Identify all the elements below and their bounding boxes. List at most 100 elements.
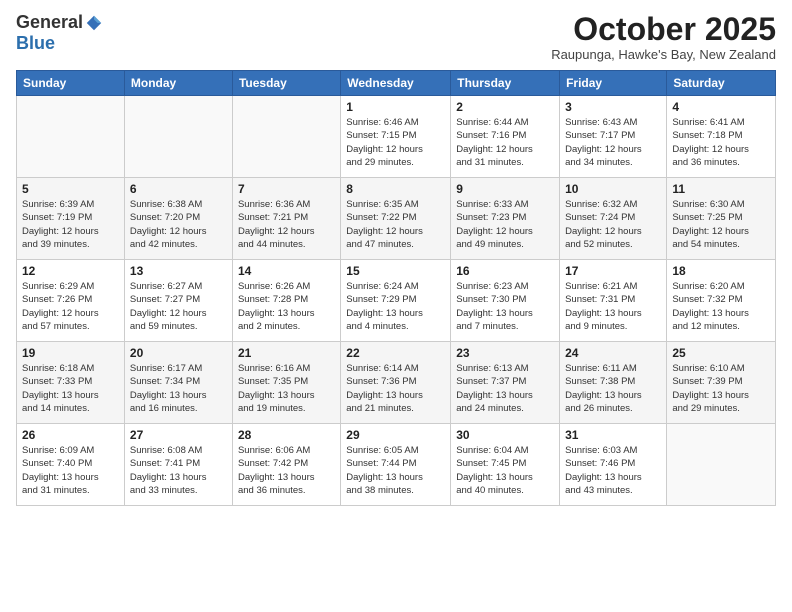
day-number: 25 — [672, 346, 770, 360]
weekday-wednesday: Wednesday — [341, 71, 451, 96]
week-row-4: 19 Sunrise: 6:18 AM Sunset: 7:33 PM Dayli… — [17, 342, 776, 424]
day-number: 12 — [22, 264, 119, 278]
day-number: 23 — [456, 346, 554, 360]
day-info: Sunrise: 6:09 AM Sunset: 7:40 PM Dayligh… — [22, 444, 119, 497]
day-number: 9 — [456, 182, 554, 196]
day-info: Sunrise: 6:39 AM Sunset: 7:19 PM Dayligh… — [22, 198, 119, 251]
day-info: Sunrise: 6:18 AM Sunset: 7:33 PM Dayligh… — [22, 362, 119, 415]
day-cell: 31 Sunrise: 6:03 AM Sunset: 7:46 PM Dayli… — [560, 424, 667, 506]
day-number: 10 — [565, 182, 661, 196]
month-title: October 2025 — [551, 12, 776, 47]
location: Raupunga, Hawke's Bay, New Zealand — [551, 47, 776, 62]
day-info: Sunrise: 6:20 AM Sunset: 7:32 PM Dayligh… — [672, 280, 770, 333]
day-info: Sunrise: 6:35 AM Sunset: 7:22 PM Dayligh… — [346, 198, 445, 251]
day-info: Sunrise: 6:46 AM Sunset: 7:15 PM Dayligh… — [346, 116, 445, 169]
day-number: 20 — [130, 346, 227, 360]
day-cell: 26 Sunrise: 6:09 AM Sunset: 7:40 PM Dayli… — [17, 424, 125, 506]
week-row-2: 5 Sunrise: 6:39 AM Sunset: 7:19 PM Daylig… — [17, 178, 776, 260]
day-info: Sunrise: 6:43 AM Sunset: 7:17 PM Dayligh… — [565, 116, 661, 169]
day-cell: 7 Sunrise: 6:36 AM Sunset: 7:21 PM Daylig… — [232, 178, 340, 260]
day-info: Sunrise: 6:14 AM Sunset: 7:36 PM Dayligh… — [346, 362, 445, 415]
day-cell: 8 Sunrise: 6:35 AM Sunset: 7:22 PM Daylig… — [341, 178, 451, 260]
day-cell: 27 Sunrise: 6:08 AM Sunset: 7:41 PM Dayli… — [124, 424, 232, 506]
day-info: Sunrise: 6:23 AM Sunset: 7:30 PM Dayligh… — [456, 280, 554, 333]
day-cell: 23 Sunrise: 6:13 AM Sunset: 7:37 PM Dayli… — [451, 342, 560, 424]
day-number: 6 — [130, 182, 227, 196]
day-info: Sunrise: 6:38 AM Sunset: 7:20 PM Dayligh… — [130, 198, 227, 251]
day-info: Sunrise: 6:30 AM Sunset: 7:25 PM Dayligh… — [672, 198, 770, 251]
day-cell: 12Sunrise: 6:29 AM Sunset: 7:26 PM Dayli… — [17, 260, 125, 342]
title-section: October 2025 Raupunga, Hawke's Bay, New … — [551, 12, 776, 62]
day-cell: 16Sunrise: 6:23 AM Sunset: 7:30 PM Dayli… — [451, 260, 560, 342]
day-cell: 13 Sunrise: 6:27 AM Sunset: 7:27 PM Dayli… — [124, 260, 232, 342]
weekday-monday: Monday — [124, 71, 232, 96]
day-cell — [667, 424, 776, 506]
logo-general: General — [16, 12, 83, 33]
weekday-saturday: Saturday — [667, 71, 776, 96]
day-cell: 18 Sunrise: 6:20 AM Sunset: 7:32 PM Dayli… — [667, 260, 776, 342]
day-number: 29 — [346, 428, 445, 442]
day-number: 14 — [238, 264, 335, 278]
day-number: 19 — [22, 346, 119, 360]
page: General Blue October 2025 Raupunga, Hawk… — [0, 0, 792, 612]
day-info: Sunrise: 6:21 AM Sunset: 7:31 PM Dayligh… — [565, 280, 661, 333]
weekday-tuesday: Tuesday — [232, 71, 340, 96]
day-info: Sunrise: 6:32 AM Sunset: 7:24 PM Dayligh… — [565, 198, 661, 251]
day-number: 24 — [565, 346, 661, 360]
logo-blue: Blue — [16, 33, 55, 54]
day-info: Sunrise: 6:17 AM Sunset: 7:34 PM Dayligh… — [130, 362, 227, 415]
day-number: 11 — [672, 182, 770, 196]
day-cell: 5 Sunrise: 6:39 AM Sunset: 7:19 PM Daylig… — [17, 178, 125, 260]
day-number: 17 — [565, 264, 661, 278]
week-row-5: 26 Sunrise: 6:09 AM Sunset: 7:40 PM Dayli… — [17, 424, 776, 506]
day-number: 1 — [346, 100, 445, 114]
day-info: Sunrise: 6:44 AM Sunset: 7:16 PM Dayligh… — [456, 116, 554, 169]
week-row-1: 1 Sunrise: 6:46 AM Sunset: 7:15 PM Daylig… — [17, 96, 776, 178]
day-info: Sunrise: 6:03 AM Sunset: 7:46 PM Dayligh… — [565, 444, 661, 497]
day-number: 27 — [130, 428, 227, 442]
day-cell: 17 Sunrise: 6:21 AM Sunset: 7:31 PM Dayli… — [560, 260, 667, 342]
day-number: 2 — [456, 100, 554, 114]
day-cell: 24Sunrise: 6:11 AM Sunset: 7:38 PM Dayli… — [560, 342, 667, 424]
day-cell: 22Sunrise: 6:14 AM Sunset: 7:36 PM Dayli… — [341, 342, 451, 424]
day-number: 13 — [130, 264, 227, 278]
day-info: Sunrise: 6:13 AM Sunset: 7:37 PM Dayligh… — [456, 362, 554, 415]
day-info: Sunrise: 6:10 AM Sunset: 7:39 PM Dayligh… — [672, 362, 770, 415]
day-cell: 21 Sunrise: 6:16 AM Sunset: 7:35 PM Dayli… — [232, 342, 340, 424]
day-info: Sunrise: 6:26 AM Sunset: 7:28 PM Dayligh… — [238, 280, 335, 333]
day-cell: 3Sunrise: 6:43 AM Sunset: 7:17 PM Daylig… — [560, 96, 667, 178]
day-cell: 11 Sunrise: 6:30 AM Sunset: 7:25 PM Dayli… — [667, 178, 776, 260]
day-info: Sunrise: 6:05 AM Sunset: 7:44 PM Dayligh… — [346, 444, 445, 497]
day-number: 18 — [672, 264, 770, 278]
day-info: Sunrise: 6:33 AM Sunset: 7:23 PM Dayligh… — [456, 198, 554, 251]
day-cell: 15Sunrise: 6:24 AM Sunset: 7:29 PM Dayli… — [341, 260, 451, 342]
day-cell: 10 Sunrise: 6:32 AM Sunset: 7:24 PM Dayli… — [560, 178, 667, 260]
week-row-3: 12Sunrise: 6:29 AM Sunset: 7:26 PM Dayli… — [17, 260, 776, 342]
day-cell: 28Sunrise: 6:06 AM Sunset: 7:42 PM Dayli… — [232, 424, 340, 506]
calendar: SundayMondayTuesdayWednesdayThursdayFrid… — [16, 70, 776, 506]
logo-icon — [85, 14, 103, 32]
day-cell — [232, 96, 340, 178]
day-cell — [17, 96, 125, 178]
weekday-header-row: SundayMondayTuesdayWednesdayThursdayFrid… — [17, 71, 776, 96]
day-info: Sunrise: 6:27 AM Sunset: 7:27 PM Dayligh… — [130, 280, 227, 333]
day-number: 5 — [22, 182, 119, 196]
day-number: 21 — [238, 346, 335, 360]
day-number: 7 — [238, 182, 335, 196]
day-info: Sunrise: 6:36 AM Sunset: 7:21 PM Dayligh… — [238, 198, 335, 251]
day-info: Sunrise: 6:16 AM Sunset: 7:35 PM Dayligh… — [238, 362, 335, 415]
day-number: 26 — [22, 428, 119, 442]
day-cell: 14 Sunrise: 6:26 AM Sunset: 7:28 PM Dayli… — [232, 260, 340, 342]
day-info: Sunrise: 6:24 AM Sunset: 7:29 PM Dayligh… — [346, 280, 445, 333]
day-number: 28 — [238, 428, 335, 442]
day-number: 31 — [565, 428, 661, 442]
logo: General Blue — [16, 12, 103, 54]
header: General Blue October 2025 Raupunga, Hawk… — [16, 12, 776, 62]
day-number: 4 — [672, 100, 770, 114]
day-cell: 19 Sunrise: 6:18 AM Sunset: 7:33 PM Dayli… — [17, 342, 125, 424]
day-info: Sunrise: 6:08 AM Sunset: 7:41 PM Dayligh… — [130, 444, 227, 497]
day-cell: 9 Sunrise: 6:33 AM Sunset: 7:23 PM Daylig… — [451, 178, 560, 260]
weekday-friday: Friday — [560, 71, 667, 96]
day-number: 8 — [346, 182, 445, 196]
day-cell: 4Sunrise: 6:41 AM Sunset: 7:18 PM Daylig… — [667, 96, 776, 178]
